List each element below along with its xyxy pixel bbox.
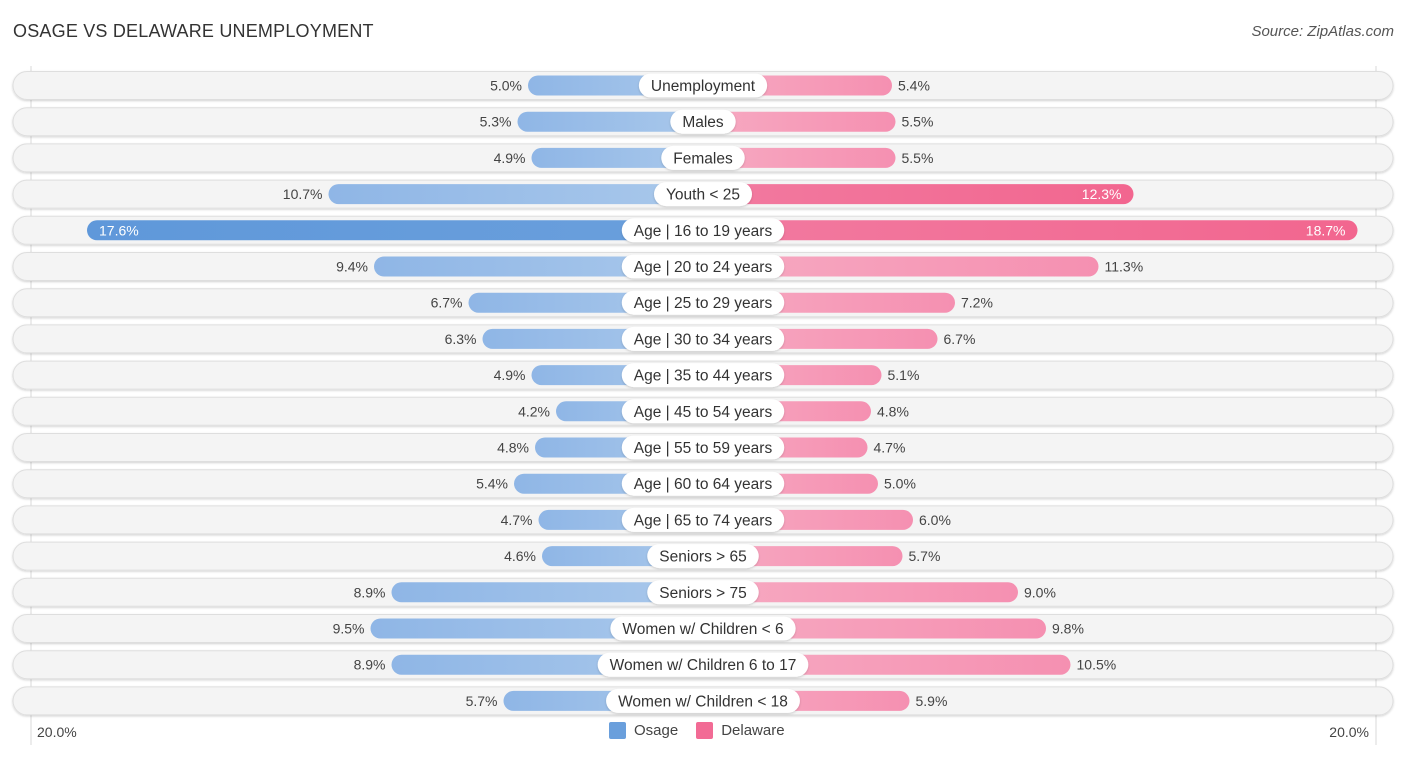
legend: Osage Delaware: [609, 722, 803, 739]
value-label-delaware: 5.5%: [902, 114, 934, 130]
legend-item-osage[interactable]: Osage: [609, 722, 678, 739]
category-label: Youth < 25: [666, 187, 740, 204]
value-label-delaware: 5.0%: [884, 476, 916, 492]
value-label-osage: 5.0%: [490, 78, 522, 94]
value-label-osage: 4.7%: [501, 512, 533, 528]
category-label: Age | 16 to 19 years: [634, 223, 773, 240]
chart-row: 4.6% 5.7% Seniors > 65: [12, 541, 1394, 571]
chart-row: 4.9% 5.5% Females: [12, 143, 1394, 173]
category-label: Females: [673, 150, 733, 167]
chart-row: 4.8% 4.7% Age | 55 to 59 years: [12, 433, 1394, 462]
value-label-osage: 9.4%: [336, 259, 368, 275]
value-label-delaware: 4.8%: [877, 403, 909, 419]
chart-row: 17.6% 18.7% Age | 16 to 19 years: [12, 215, 1394, 245]
category-label: Males: [682, 114, 724, 131]
chart-row: 5.4% 5.0% Age | 60 to 64 years: [12, 469, 1394, 499]
value-label-osage: 8.9%: [354, 584, 386, 600]
chart-row: 9.4% 11.3% Age | 20 to 24 years: [12, 252, 1394, 281]
value-label-delaware: 5.9%: [916, 693, 948, 709]
chart-row: 4.2% 4.8% Age | 45 to 54 years: [12, 396, 1394, 426]
chart-row: 6.3% 6.7% Age | 30 to 34 years: [12, 324, 1394, 354]
value-label-delaware: 11.3%: [1105, 259, 1144, 275]
chart-row: 6.7% 7.2% Age | 25 to 29 years: [12, 288, 1394, 318]
value-label-delaware: 4.7%: [874, 440, 906, 456]
chart-row: 10.7% 12.3% Youth < 25: [12, 179, 1394, 209]
value-label-delaware: 5.1%: [888, 367, 920, 383]
value-label-osage: 4.6%: [504, 548, 536, 564]
category-label: Unemployment: [651, 78, 756, 95]
value-label-delaware: 9.8%: [1052, 621, 1084, 637]
category-label: Women w/ Children < 6: [622, 621, 783, 638]
legend-swatch-osage: [609, 722, 626, 739]
legend-swatch-delaware: [696, 722, 714, 739]
value-label-delaware: 5.5%: [902, 150, 934, 166]
category-label: Women w/ Children 6 to 17: [610, 657, 797, 674]
category-label: Age | 45 to 54 years: [634, 404, 773, 421]
value-label-delaware: 10.5%: [1077, 657, 1117, 673]
value-label-delaware: 5.4%: [898, 78, 930, 94]
axis-label-right: 20.0%: [1329, 724, 1369, 740]
legend-label-osage: Osage: [634, 722, 679, 739]
value-label-osage: 9.5%: [333, 621, 365, 637]
chart-row: 8.9% 9.0% Seniors > 75: [12, 577, 1394, 607]
value-label-delaware: 5.7%: [909, 548, 941, 564]
bar-osage[interactable]: [328, 184, 704, 205]
value-label-osage: 5.3%: [480, 114, 512, 130]
bar-delaware[interactable]: [703, 184, 1134, 205]
chart-row: 8.9% 10.5% Women w/ Children 6 to 17: [12, 650, 1394, 680]
axis-label-left: 20.0%: [37, 724, 77, 740]
value-label-osage: 6.3%: [445, 331, 477, 347]
chart-row: 4.9% 5.1% Age | 35 to 44 years: [12, 360, 1394, 390]
value-label-osage: 17.6%: [99, 222, 139, 238]
category-label: Seniors > 65: [659, 549, 746, 566]
category-label: Seniors > 75: [659, 585, 746, 602]
value-label-delaware: 6.7%: [944, 331, 976, 347]
value-label-delaware: 18.7%: [1306, 222, 1346, 238]
category-label: Age | 55 to 59 years: [634, 440, 773, 457]
legend-item-delaware[interactable]: Delaware: [696, 722, 785, 739]
category-label: Age | 25 to 29 years: [634, 295, 773, 312]
bar-delaware[interactable]: [703, 220, 1358, 241]
chart-row: 5.7% 5.9% Women w/ Children < 18: [12, 686, 1394, 716]
legend-label-delaware: Delaware: [721, 722, 785, 739]
value-label-delaware: 7.2%: [961, 295, 993, 311]
value-label-osage: 5.4%: [476, 476, 508, 492]
category-label: Age | 20 to 24 years: [634, 259, 773, 276]
value-label-osage: 4.8%: [497, 440, 529, 456]
value-label-osage: 4.9%: [494, 367, 526, 383]
chart-row: 5.3% 5.5% Males: [12, 107, 1394, 137]
value-label-osage: 5.7%: [466, 693, 498, 709]
bar-osage[interactable]: [87, 220, 703, 241]
chart-row: 5.0% 5.4% Unemployment: [12, 71, 1394, 100]
value-label-osage: 6.7%: [431, 295, 463, 311]
value-label-osage: 10.7%: [283, 186, 323, 202]
category-label: Age | 65 to 74 years: [634, 512, 773, 529]
value-label-delaware: 12.3%: [1082, 186, 1122, 202]
value-label-osage: 4.2%: [518, 403, 550, 419]
value-label-delaware: 9.0%: [1024, 584, 1056, 600]
value-label-osage: 8.9%: [354, 657, 386, 673]
value-label-delaware: 6.0%: [919, 512, 951, 528]
chart-row: 9.5% 9.8% Women w/ Children < 6: [12, 614, 1394, 643]
category-label: Age | 30 to 34 years: [634, 331, 773, 348]
category-label: Age | 60 to 64 years: [634, 476, 773, 493]
category-label: Age | 35 to 44 years: [634, 368, 773, 385]
chart-row: 4.7% 6.0% Age | 65 to 74 years: [12, 505, 1394, 535]
value-label-osage: 4.9%: [494, 150, 526, 166]
category-label: Women w/ Children < 18: [618, 693, 788, 710]
chart-plot: 5.0% 5.4% Unemployment 5.3% 5.5% Males 4.9% 5.5…: [12, 66, 1394, 745]
